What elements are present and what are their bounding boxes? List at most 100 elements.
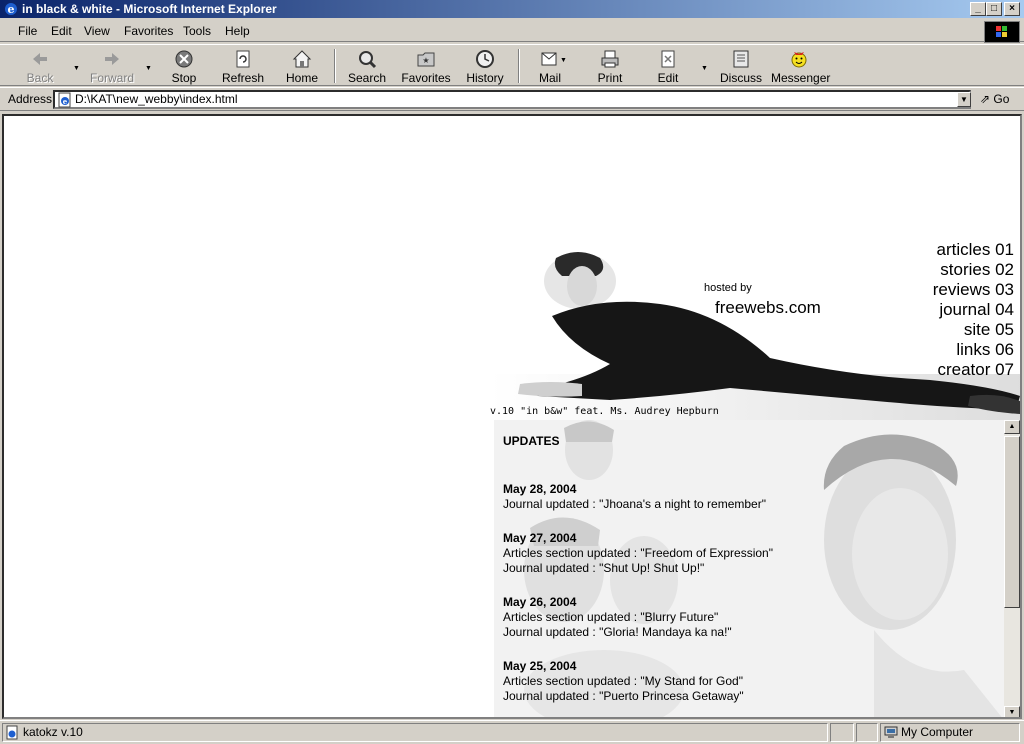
update-entry: May 26, 2004 Articles section updated : …	[503, 595, 773, 640]
menu-help[interactable]: Help	[225, 24, 250, 38]
svg-text:★: ★	[422, 56, 429, 65]
update-line: Journal updated : "Puerto Princesa Getaw…	[503, 689, 744, 703]
forward-label: Forward	[89, 71, 134, 85]
printer-icon	[601, 50, 619, 68]
nav-stories[interactable]: stories 02	[933, 260, 1014, 280]
edit-page-icon	[661, 50, 675, 68]
toolbar-separator	[518, 49, 520, 83]
back-arrow-icon	[33, 53, 47, 65]
nav-creator[interactable]: creator 07	[933, 360, 1014, 380]
svg-text:e: e	[8, 3, 15, 16]
maximize-button[interactable]: □	[986, 2, 1002, 16]
messenger-button[interactable]: Messenger	[771, 48, 831, 86]
home-button[interactable]: Home	[274, 48, 330, 86]
window-title: in black & white - Microsoft Internet Ex…	[22, 2, 277, 16]
stop-label: Stop	[171, 71, 197, 85]
print-button[interactable]: Print	[582, 48, 638, 86]
minimize-button[interactable]: _	[970, 2, 986, 16]
address-label: Address	[8, 92, 53, 106]
forward-dropdown-icon[interactable]: ▼	[145, 65, 152, 72]
status-text-pane: katokz v.10	[2, 723, 828, 742]
menu-file[interactable]: File	[18, 24, 37, 38]
update-line: Articles section updated : "Freedom of E…	[503, 546, 773, 560]
menu-view[interactable]: View	[84, 24, 110, 38]
forward-button[interactable]: Forward	[84, 48, 140, 86]
print-label: Print	[597, 71, 623, 85]
back-button[interactable]: Back	[12, 48, 68, 86]
search-icon	[359, 51, 377, 69]
refresh-button[interactable]: Refresh	[215, 48, 271, 86]
mail-button[interactable]: Mail	[522, 48, 578, 86]
menu-tools[interactable]: Tools	[183, 24, 211, 38]
status-pane	[856, 723, 878, 742]
page-status-icon	[6, 725, 18, 740]
history-button[interactable]: History	[457, 48, 513, 86]
edit-button[interactable]: Edit	[640, 48, 696, 86]
host-link[interactable]: freewebs.com	[715, 298, 821, 318]
standard-toolbar: Back ▼ Forward ▼ Stop Refresh Home Searc…	[0, 44, 1024, 86]
favorites-label: Favorites	[401, 71, 451, 85]
history-label: History	[466, 71, 504, 85]
update-entry: May 28, 2004 Journal updated : "Jhoana's…	[503, 482, 773, 512]
address-bar: Address e D:\KAT\new_webby\index.html ▼ …	[0, 87, 1024, 111]
toolbar-separator	[334, 49, 336, 83]
update-line: Journal updated : "Gloria! Mandaya ka na…	[503, 625, 732, 639]
nav-site[interactable]: site 05	[933, 320, 1014, 340]
mail-label: Mail	[538, 71, 561, 85]
menu-favorites[interactable]: Favorites	[124, 24, 173, 38]
browser-window: e in black & white - Microsoft Internet …	[0, 0, 1024, 744]
update-line: Journal updated : "Jhoana's a night to r…	[503, 497, 766, 511]
scroll-thumb[interactable]	[1004, 436, 1020, 608]
updates-list: UPDATES May 28, 2004 Journal updated : "…	[503, 434, 773, 717]
go-arrow-icon: ⇗	[980, 92, 991, 106]
zone-label: My Computer	[901, 725, 974, 739]
discuss-label: Discuss	[719, 71, 762, 85]
favorites-folder-icon: ★	[417, 52, 435, 67]
menu-edit[interactable]: Edit	[51, 24, 72, 38]
close-button[interactable]: ×	[1004, 2, 1020, 16]
address-dropdown-button[interactable]: ▼	[957, 92, 971, 107]
updates-scrollbar[interactable]: ▲ ▼	[1004, 420, 1020, 717]
status-text: katokz v.10	[23, 725, 83, 739]
messenger-label: Messenger	[771, 71, 831, 85]
scroll-down-button[interactable]: ▼	[1004, 706, 1020, 717]
version-caption: v.10 "in b&w" feat. Ms. Audrey Hepburn	[490, 406, 719, 417]
update-entry: May 25, 2004 Articles section updated : …	[503, 659, 773, 704]
security-zone-pane: My Computer	[880, 723, 1020, 742]
back-dropdown-icon[interactable]: ▼	[73, 65, 80, 72]
search-button[interactable]: Search	[339, 48, 395, 86]
status-bar: katokz v.10 My Computer	[0, 720, 1024, 744]
nav-links[interactable]: links 06	[933, 340, 1014, 360]
go-button[interactable]: ⇗ Go	[980, 92, 1009, 106]
nav-journal[interactable]: journal 04	[933, 300, 1014, 320]
updates-frame: UPDATES May 28, 2004 Journal updated : "…	[494, 420, 1020, 717]
edit-dropdown-icon[interactable]: ▼	[701, 65, 708, 72]
mail-dropdown-icon[interactable]: ▼	[560, 57, 567, 64]
update-date: May 27, 2004	[503, 531, 577, 545]
updates-heading: UPDATES	[503, 434, 560, 448]
refresh-icon	[236, 50, 250, 68]
discuss-button[interactable]: Discuss	[713, 48, 769, 86]
stop-button[interactable]: Stop	[156, 48, 212, 86]
update-line: Articles section updated : "My Stand for…	[503, 674, 743, 688]
favorites-button[interactable]: ★ Favorites	[398, 48, 454, 86]
update-date: May 26, 2004	[503, 595, 577, 609]
computer-icon	[884, 726, 898, 738]
discuss-icon	[733, 50, 749, 68]
hosted-by-label: hosted by	[704, 282, 752, 294]
go-label: Go	[993, 92, 1010, 106]
edit-label: Edit	[657, 71, 679, 85]
update-date: May 25, 2004	[503, 659, 577, 673]
stop-icon	[175, 50, 193, 68]
menu-bar: File Edit View Favorites Tools Help	[0, 20, 1024, 42]
title-bar: e in black & white - Microsoft Internet …	[0, 0, 1024, 18]
refresh-label: Refresh	[221, 71, 265, 85]
nav-reviews[interactable]: reviews 03	[933, 280, 1014, 300]
scroll-up-button[interactable]: ▲	[1004, 420, 1020, 434]
nav-articles[interactable]: articles 01	[933, 240, 1014, 260]
page-icon: e	[58, 92, 71, 108]
svg-text:e: e	[63, 97, 68, 106]
ie-icon: e	[5, 3, 17, 16]
update-entry: May 27, 2004 Articles section updated : …	[503, 531, 773, 576]
address-input[interactable]: e D:\KAT\new_webby\index.html	[53, 90, 971, 109]
